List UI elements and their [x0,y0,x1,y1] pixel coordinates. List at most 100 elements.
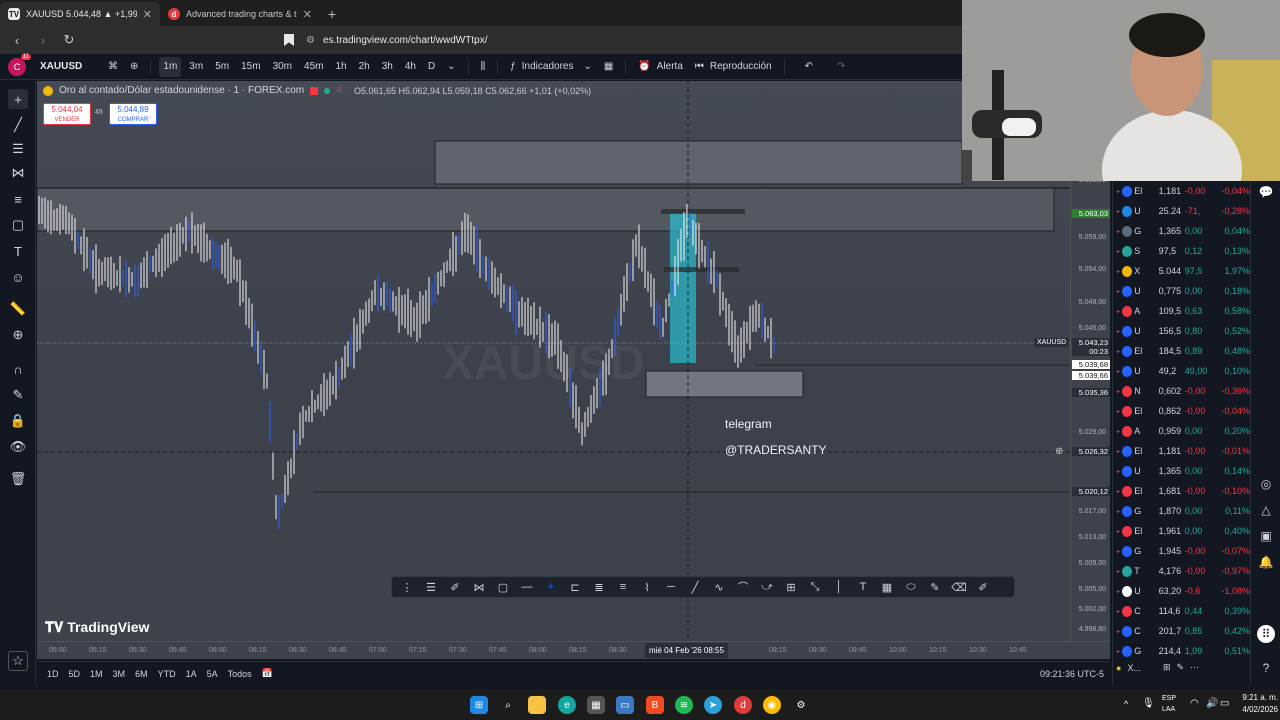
crosshair-icon[interactable]: + [8,89,28,109]
timeframe-5m[interactable]: 5m [211,57,233,77]
order-block-top[interactable] [661,209,745,214]
calendar-icon[interactable]: 📅 [262,668,273,679]
crosshair-icon[interactable]: + [542,578,560,596]
candle-type-icon[interactable]: ⫼ [477,57,490,77]
indicators-button[interactable]: ƒ Indicadores ⌄ [506,57,596,77]
forward-icon[interactable]: › [32,29,54,51]
close-tab-icon[interactable]: ✕ [303,8,312,21]
horizontal-ray-icon[interactable]: — [518,578,536,596]
ruler-icon[interactable]: 📏 [8,299,28,319]
timeframe-4h[interactable]: 4h [401,57,420,77]
star-icon[interactable]: ☆ [8,651,28,671]
fib-icon[interactable]: ☰ [8,139,28,159]
timeframe-3h[interactable]: 3h [378,57,397,77]
watchlist-row[interactable]: ▸ El 0,862 -0,00 -0,04% [1113,401,1250,421]
watchlist-row[interactable]: ▸ C 114,6 0,44 0,39% [1113,601,1250,621]
compare-icon[interactable]: ⌘ [104,57,122,77]
range-todos[interactable]: Todos [228,669,252,679]
watchlist-row[interactable]: ▸ T 4,176 -0,00 -0,97% [1113,561,1250,581]
language-indicator[interactable]: ESP LAA [1162,693,1176,715]
battery-icon[interactable]: ▭ [1220,698,1229,709]
vertical-line-icon[interactable]: │ [830,578,848,596]
app-icon[interactable]: ▭ [616,696,634,714]
brave-icon[interactable]: B [646,696,664,714]
symbol-title[interactable]: Oro al contado/Dólar estadounidense · 1 … [59,85,304,96]
tradingview-desktop-icon[interactable]: d [734,696,752,714]
fib-icon[interactable]: ≣ [590,578,608,596]
chat-icon[interactable]: 💬 [1257,183,1275,201]
sell-button[interactable]: 5.044,04 VENDER [43,103,91,125]
timeframe-15m[interactable]: 15m [237,57,264,77]
polyline-icon[interactable]: ∿ [710,578,728,596]
reload-icon[interactable]: ↻ [58,29,80,51]
watchlist-row[interactable]: ▸ X 5.044 97,5 1,97% [1113,261,1250,281]
ideas-icon[interactable]: △ [1257,501,1275,519]
timeframe-1m[interactable]: 1m [159,56,182,77]
ellipse-icon[interactable]: ⬭ [902,578,920,596]
site-info-icon[interactable]: ⚙ [306,35,315,46]
chrome-icon[interactable]: ◉ [763,696,781,714]
rectangle-icon[interactable]: ▢ [494,578,512,596]
zoom-icon[interactable]: ⊕ [8,325,28,345]
timeframe-3m[interactable]: 3m [185,57,207,77]
watchlist-row[interactable]: ▸ G 1,365 0,00 0,04% [1113,221,1250,241]
table-icon[interactable]: ▦ [878,578,896,596]
watchlist-row[interactable]: ▸ El 1,181 -0,00 -0,04% [1113,181,1250,201]
range-1a[interactable]: 1A [186,669,197,679]
timeframe-2h[interactable]: 2h [355,57,374,77]
layout-icon[interactable]: ⊞ [1163,662,1171,673]
browser-tab-advanced[interactable]: d Advanced trading charts & tools | Tra … [160,2,320,26]
timeframe-1h[interactable]: 1h [331,57,350,77]
avatar[interactable]: C 11 [8,53,31,76]
forecast-icon[interactable]: ≡ [8,189,28,209]
drag-handle-icon[interactable]: ⋮ [398,578,416,596]
annotation-telegram[interactable]: telegram [725,417,772,431]
watchlist-row[interactable]: ▸ G 1,870 0,00 0,11% [1113,501,1250,521]
watchlist-row[interactable]: ▸ A 0,959 0,00 0,20% [1113,421,1250,441]
timeframe-d[interactable]: D [424,57,439,77]
watchlist-row[interactable]: ▸ El 1,181 -0,00 -0,01% [1113,441,1250,461]
spotify-icon[interactable]: ≋ [675,696,693,714]
calendar-icon[interactable]: ▣ [1257,527,1275,545]
mic-icon[interactable]: 🎙 [1142,698,1155,709]
list-icon[interactable]: ☰ [422,578,440,596]
apps-icon[interactable]: ⠿ [1257,625,1275,643]
watchlist-row[interactable]: ▸ U 1,365 0,00 0,14% [1113,461,1250,481]
curve-icon[interactable]: ⌒ [734,578,752,596]
browser-tab-tradingview[interactable]: TV XAUUSD 5.044,48 ▲ +1,99% de ✕ [0,2,160,26]
highlighter-icon[interactable]: ✐ [974,578,992,596]
text-icon[interactable]: T [854,578,872,596]
pattern-icon[interactable]: ⋈ [8,163,28,183]
watchlist-row[interactable]: ▸ C 201,7 0,85 0,42% [1113,621,1250,641]
annotation-handle[interactable]: @TRADERSANTY [725,443,827,457]
watchlist-row[interactable]: ▸ N 0,602 -0,00 -0,36% [1113,381,1250,401]
supply-zone-upper[interactable] [434,140,963,185]
watchlist-row[interactable]: ▸ G 214,4 1,09 0,51% [1113,641,1250,661]
new-tab-button[interactable]: + [320,2,344,26]
chevron-down-icon[interactable]: ⌄ [443,57,459,77]
watchlist-row[interactable]: ▸ S 97,5 0,12 0,13% [1113,241,1250,261]
menu-icon[interactable]: ≡ [336,85,342,96]
shapes-icon[interactable]: ▢ [8,215,28,235]
bookmark-icon[interactable] [284,34,294,46]
range-ytd[interactable]: YTD [158,669,176,679]
magnet-icon[interactable]: ∩ [8,359,28,379]
watchlist-row[interactable]: ▸ El 1,961 0,00 0,40% [1113,521,1250,541]
emoji-icon[interactable]: ☺ [8,267,28,287]
position-icon[interactable]: ⊞ [782,578,800,596]
range-5d[interactable]: 5D [69,669,81,679]
lock-icon[interactable]: 🔒 [8,411,28,431]
eye-icon[interactable]: 👁 [8,437,28,457]
back-icon[interactable]: ‹ [6,29,28,51]
watchlist-row[interactable]: ▸ El 1,681 -0,00 -0,10% [1113,481,1250,501]
chart-pane[interactable]: Oro al contado/Dólar estadounidense · 1 … [37,81,1070,641]
edge-icon[interactable]: e [558,696,576,714]
crosshair-add-icon[interactable]: ⊕ [1055,446,1063,457]
watchlist-row[interactable]: ▸ U 0,775 0,00 0,18% [1113,281,1250,301]
file-explorer-icon[interactable] [528,696,546,714]
settings-icon[interactable]: ⚙ [792,696,810,714]
trash-icon[interactable]: 🗑 [8,469,28,489]
watchlist-row[interactable]: ▸ A 109,5 0,63 0,58% [1113,301,1250,321]
pattern-icon[interactable]: ⋈ [470,578,488,596]
symbol-search[interactable]: XAUUSD [40,61,100,72]
